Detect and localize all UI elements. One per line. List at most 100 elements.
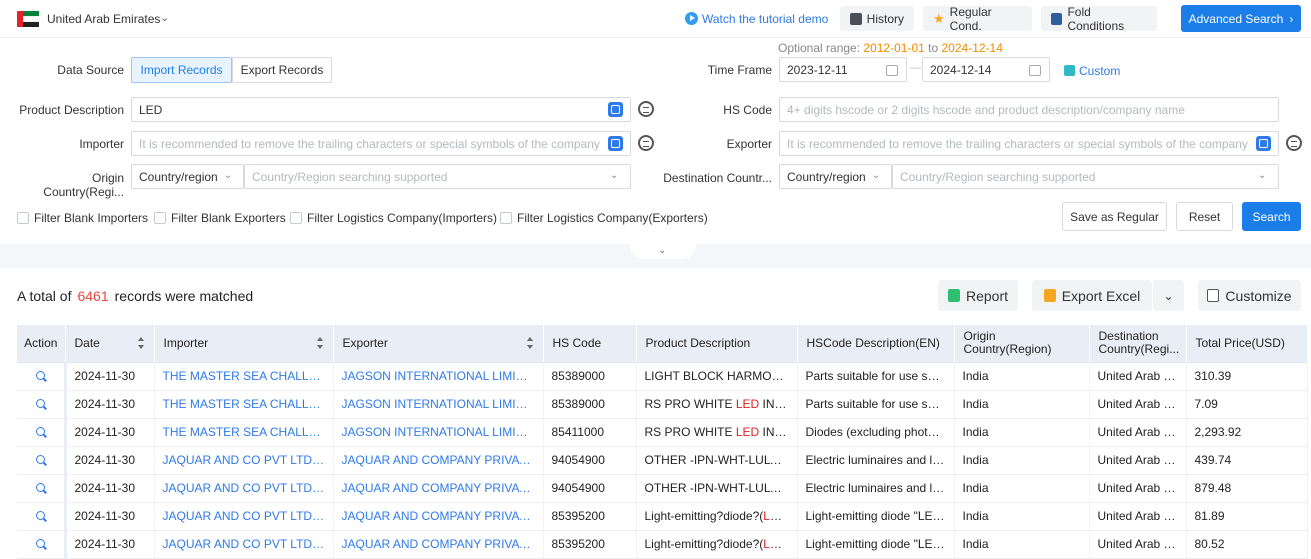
magnifier-icon[interactable]: [35, 539, 45, 548]
importer-link[interactable]: JAQUAR AND CO PVT LTD JCP...: [154, 446, 334, 475]
exporter-link[interactable]: JAGSON INTERNATIONAL LIMITED: [333, 362, 544, 391]
importer-link[interactable]: THE MASTER SEA CHALLENG...: [154, 362, 334, 391]
regular-cond-label: Regular Cond.: [949, 4, 992, 33]
view-detail-cell[interactable]: [17, 362, 67, 391]
origin-cell: India: [954, 362, 1090, 391]
optional-range-label: Optional range:: [778, 41, 861, 55]
tutorial-label: Watch the tutorial demo: [702, 12, 829, 26]
import-records-tab[interactable]: Import Records: [131, 57, 232, 83]
magnifier-icon[interactable]: [35, 371, 45, 380]
table-row[interactable]: 2024-11-30 THE MASTER SEA CHALLENG... JAGS…: [17, 418, 1308, 447]
table-row[interactable]: 2024-11-30 JAQUAR AND CO PVT LTD JCP... JA…: [17, 474, 1308, 503]
hs-code-cell: 94054900: [543, 474, 637, 503]
hs-code-input[interactable]: 4+ digits hscode or 2 digits hscode and …: [779, 97, 1279, 122]
magnifier-icon[interactable]: [35, 399, 45, 408]
importer-input[interactable]: It is recommended to remove the trailing…: [131, 131, 631, 156]
chevron-down-icon[interactable]: ⌄: [224, 170, 232, 181]
sort-icon[interactable]: [526, 337, 534, 349]
view-detail-cell[interactable]: [17, 446, 67, 475]
view-detail-cell[interactable]: [17, 530, 67, 559]
chat-icon[interactable]: [1286, 135, 1302, 151]
column-exporter[interactable]: Exporter: [333, 325, 544, 363]
sort-icon[interactable]: [137, 337, 145, 349]
checkbox-label: Filter Logistics Company(Exporters): [517, 211, 708, 225]
checkbox-box[interactable]: [500, 212, 512, 224]
view-detail-cell[interactable]: [17, 390, 67, 419]
range-from: 2012-01-01: [863, 41, 925, 55]
table-row[interactable]: 2024-11-30 THE MASTER SEA CHALLENG... JAGS…: [17, 390, 1308, 419]
report-button[interactable]: Report: [938, 280, 1018, 311]
chevron-down-icon[interactable]: ⌄: [1258, 170, 1266, 181]
collapse-toggle[interactable]: ⌄: [630, 244, 696, 259]
filter-logistics-exporters-checkbox[interactable]: Filter Logistics Company(Exporters): [500, 211, 708, 225]
view-detail-cell[interactable]: [17, 418, 67, 447]
exporter-input[interactable]: It is recommended to remove the trailing…: [779, 131, 1279, 156]
importer-link[interactable]: THE MASTER SEA CHALLENG...: [154, 418, 334, 447]
exporter-link[interactable]: JAGSON INTERNATIONAL LIMITED: [333, 390, 544, 419]
column-date[interactable]: Date: [65, 325, 155, 363]
tutorial-link[interactable]: Watch the tutorial demo: [685, 12, 828, 26]
report-label: Report: [965, 287, 1009, 304]
origin-country-search[interactable]: Country/Region searching supported: [244, 164, 631, 189]
calendar-icon[interactable]: [1029, 65, 1041, 76]
reset-button[interactable]: Reset: [1176, 202, 1233, 231]
table-row[interactable]: 2024-11-30 JAQUAR AND CO PVT LTD JCP... JA…: [17, 446, 1308, 475]
magnifier-icon[interactable]: [35, 511, 45, 520]
chevron-down-icon[interactable]: ⌄: [160, 11, 169, 24]
importer-link[interactable]: JAQUAR AND CO PVT LTD JCP...: [154, 474, 334, 503]
filter-blank-importers-checkbox[interactable]: Filter Blank Importers: [17, 211, 148, 225]
exporter-link[interactable]: JAQUAR AND COMPANY PRIVATE LI...: [333, 446, 544, 475]
importer-link[interactable]: JAQUAR AND CO PVT LTD JCP...: [154, 502, 334, 531]
export-records-tab[interactable]: Export Records: [232, 57, 332, 83]
export-excel-button[interactable]: Export Excel: [1032, 280, 1152, 311]
chevron-down-icon[interactable]: ⌄: [872, 170, 880, 181]
magnifier-icon[interactable]: [35, 483, 45, 492]
exporter-link[interactable]: JAQUAR AND COMPANY PRIVATE LI...: [333, 474, 544, 503]
country-selector[interactable]: United Arab Emirates: [47, 12, 160, 26]
advanced-search-button[interactable]: Advanced Search ›: [1181, 5, 1301, 32]
view-detail-cell[interactable]: [17, 502, 67, 531]
hs-code-cell: 85411000: [543, 418, 637, 447]
column-destination: Destination Country(Regi...: [1089, 325, 1187, 363]
importer-link[interactable]: JAQUAR AND CO PVT LTD JCP...: [154, 530, 334, 559]
view-detail-cell[interactable]: [17, 474, 67, 503]
chat-icon[interactable]: [638, 101, 654, 117]
exporter-link[interactable]: JAGSON INTERNATIONAL LIMITED: [333, 418, 544, 447]
filter-logistics-importers-checkbox[interactable]: Filter Logistics Company(Importers): [290, 211, 497, 225]
chat-icon[interactable]: [638, 135, 654, 151]
export-options-dropdown[interactable]: ⌄: [1153, 280, 1184, 311]
filter-blank-exporters-checkbox[interactable]: Filter Blank Exporters: [154, 211, 286, 225]
table-row[interactable]: 2024-11-30 JAQUAR AND CO PVT LTD JCP... JA…: [17, 502, 1308, 531]
magnifier-icon[interactable]: [35, 455, 45, 464]
custom-range-link[interactable]: Custom: [1064, 64, 1120, 78]
column-importer[interactable]: Importer: [154, 325, 334, 363]
image-search-icon[interactable]: [1256, 136, 1271, 151]
checkbox-box[interactable]: [17, 212, 29, 224]
fold-conditions-button[interactable]: Fold Conditions: [1041, 4, 1157, 33]
checkbox-box[interactable]: [154, 212, 166, 224]
table-row[interactable]: 2024-11-30 JAQUAR AND CO PVT LTD JCP... JA…: [17, 530, 1308, 559]
customize-button[interactable]: Customize: [1198, 280, 1301, 311]
history-button[interactable]: History: [840, 6, 914, 31]
fold-conditions-label: Fold Conditions: [1067, 4, 1125, 33]
exporter-link[interactable]: JAQUAR AND COMPANY PRIVATE LI...: [333, 530, 544, 559]
sort-icon[interactable]: [316, 337, 324, 349]
importer-link[interactable]: THE MASTER SEA CHALLENG...: [154, 390, 334, 419]
destination-cell: United Arab Emi: [1089, 446, 1187, 475]
magnifier-icon[interactable]: [35, 427, 45, 436]
table-row[interactable]: 2024-11-30 THE MASTER SEA CHALLENG... JAGS…: [17, 362, 1308, 391]
save-as-regular-button[interactable]: Save as Regular: [1062, 202, 1167, 231]
checkbox-box[interactable]: [290, 212, 302, 224]
total-price-cell: 879.48: [1186, 474, 1308, 503]
destination-country-search[interactable]: Country/Region searching supported: [892, 164, 1279, 189]
calendar-icon[interactable]: [886, 65, 898, 76]
image-search-icon[interactable]: [608, 102, 623, 117]
chevron-down-icon[interactable]: ⌄: [610, 170, 618, 181]
image-search-icon[interactable]: [608, 136, 623, 151]
exporter-link[interactable]: JAQUAR AND COMPANY PRIVATE LI...: [333, 502, 544, 531]
regular-cond-button[interactable]: ★ Regular Cond.: [923, 4, 1032, 33]
chevron-right-icon: ›: [1289, 11, 1294, 26]
product-description-input[interactable]: LED: [131, 97, 631, 122]
product-description-cell: LIGHT BLOCK HARMONEY ...: [636, 362, 798, 391]
search-button[interactable]: Search: [1242, 202, 1301, 231]
